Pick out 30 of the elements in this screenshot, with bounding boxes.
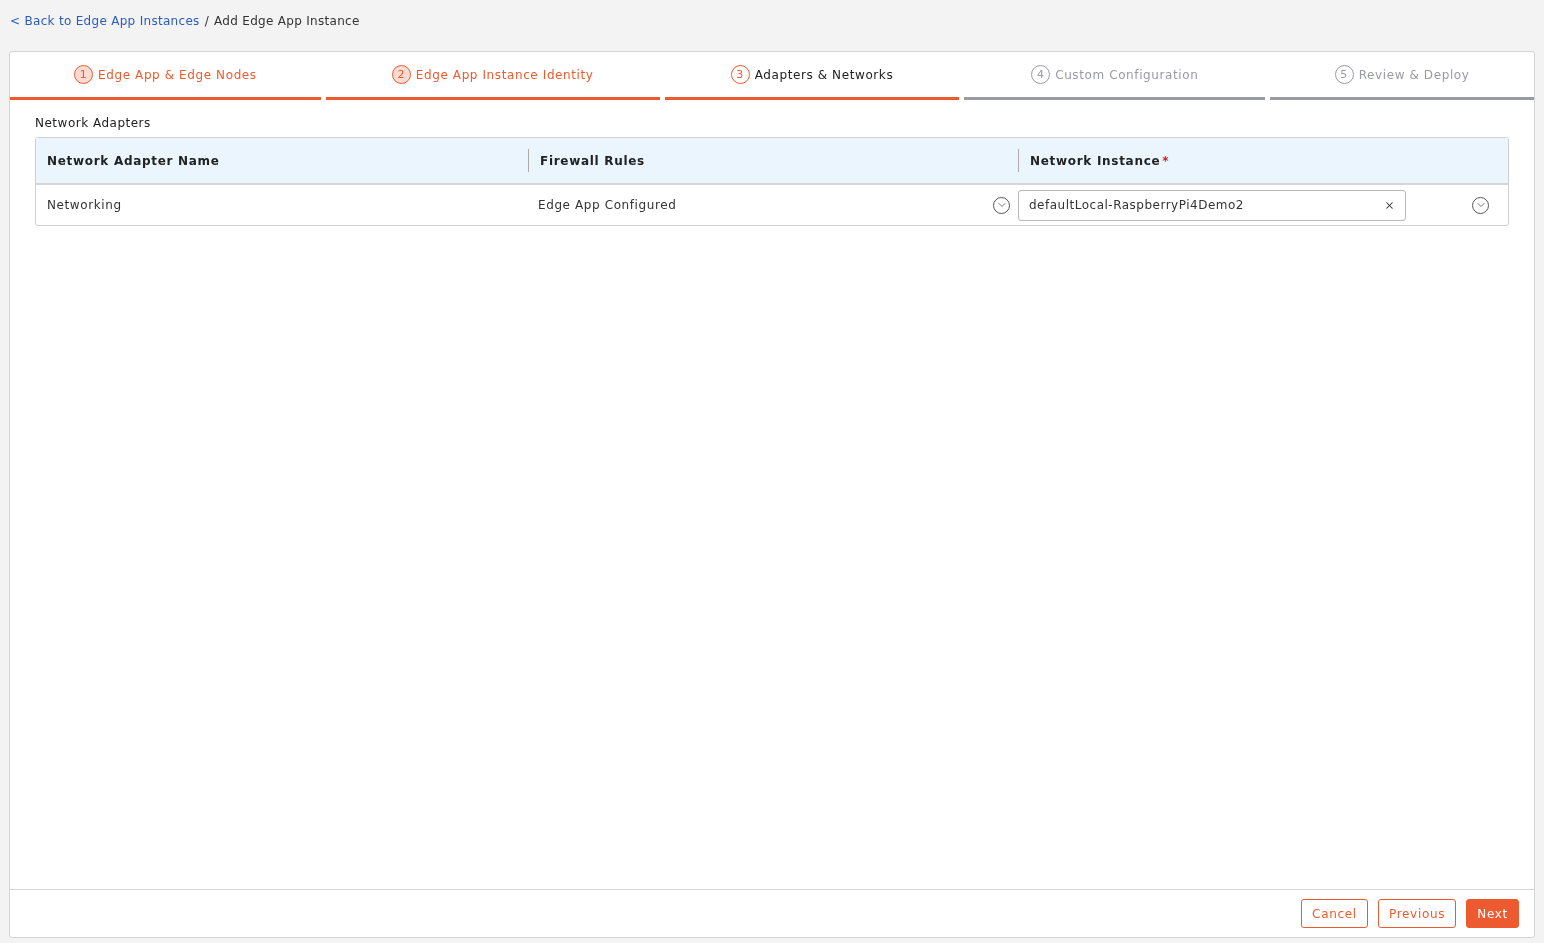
required-asterisk: * [1162, 153, 1170, 168]
section-title: Network Adapters [35, 116, 152, 130]
step-number: 3 [730, 65, 750, 84]
step-number: 4 [1031, 65, 1051, 84]
step-tab[interactable]: 1 Edge App & Edge Nodes [10, 52, 321, 100]
breadcrumb-current: Add Edge App Instance [214, 13, 360, 28]
step-label: Edge App & Edge Nodes [98, 67, 257, 82]
table-cell: Edge App Configured [538, 198, 677, 212]
column-header: Network Instance [1030, 153, 1161, 168]
outline-button[interactable]: Cancel [1301, 899, 1368, 928]
step-label: Review & Deploy [1358, 67, 1470, 82]
column-header: Firewall Rules [540, 153, 645, 168]
network-instance-select[interactable]: defaultLocal-RaspberryPi4Demo2 [1018, 189, 1406, 221]
step-tab[interactable]: 3 Adapters & Networks [664, 52, 960, 100]
column-header: Network Adapter Name [47, 153, 220, 168]
step-tab[interactable]: 4 Custom Configuration [964, 52, 1266, 100]
back-link[interactable]: < Back to Edge App Instances [10, 13, 200, 28]
table-cell: Networking [47, 198, 122, 212]
step-label: Adapters & Networks [754, 67, 894, 82]
step-number: 2 [391, 65, 411, 84]
step-number: 5 [1334, 65, 1354, 84]
next-button[interactable]: Next [1466, 899, 1519, 928]
step-number: 1 [74, 65, 94, 84]
outline-button[interactable]: Previous [1377, 899, 1457, 928]
step-label: Custom Configuration [1055, 67, 1199, 82]
breadcrumb-separator: / [204, 13, 209, 28]
close-icon[interactable] [1384, 199, 1395, 211]
step-tab[interactable]: 2 Edge App Instance Identity [325, 52, 660, 100]
step-tab[interactable]: 5 Review & Deploy [1270, 52, 1534, 100]
step-label: Edge App Instance Identity [415, 67, 594, 82]
